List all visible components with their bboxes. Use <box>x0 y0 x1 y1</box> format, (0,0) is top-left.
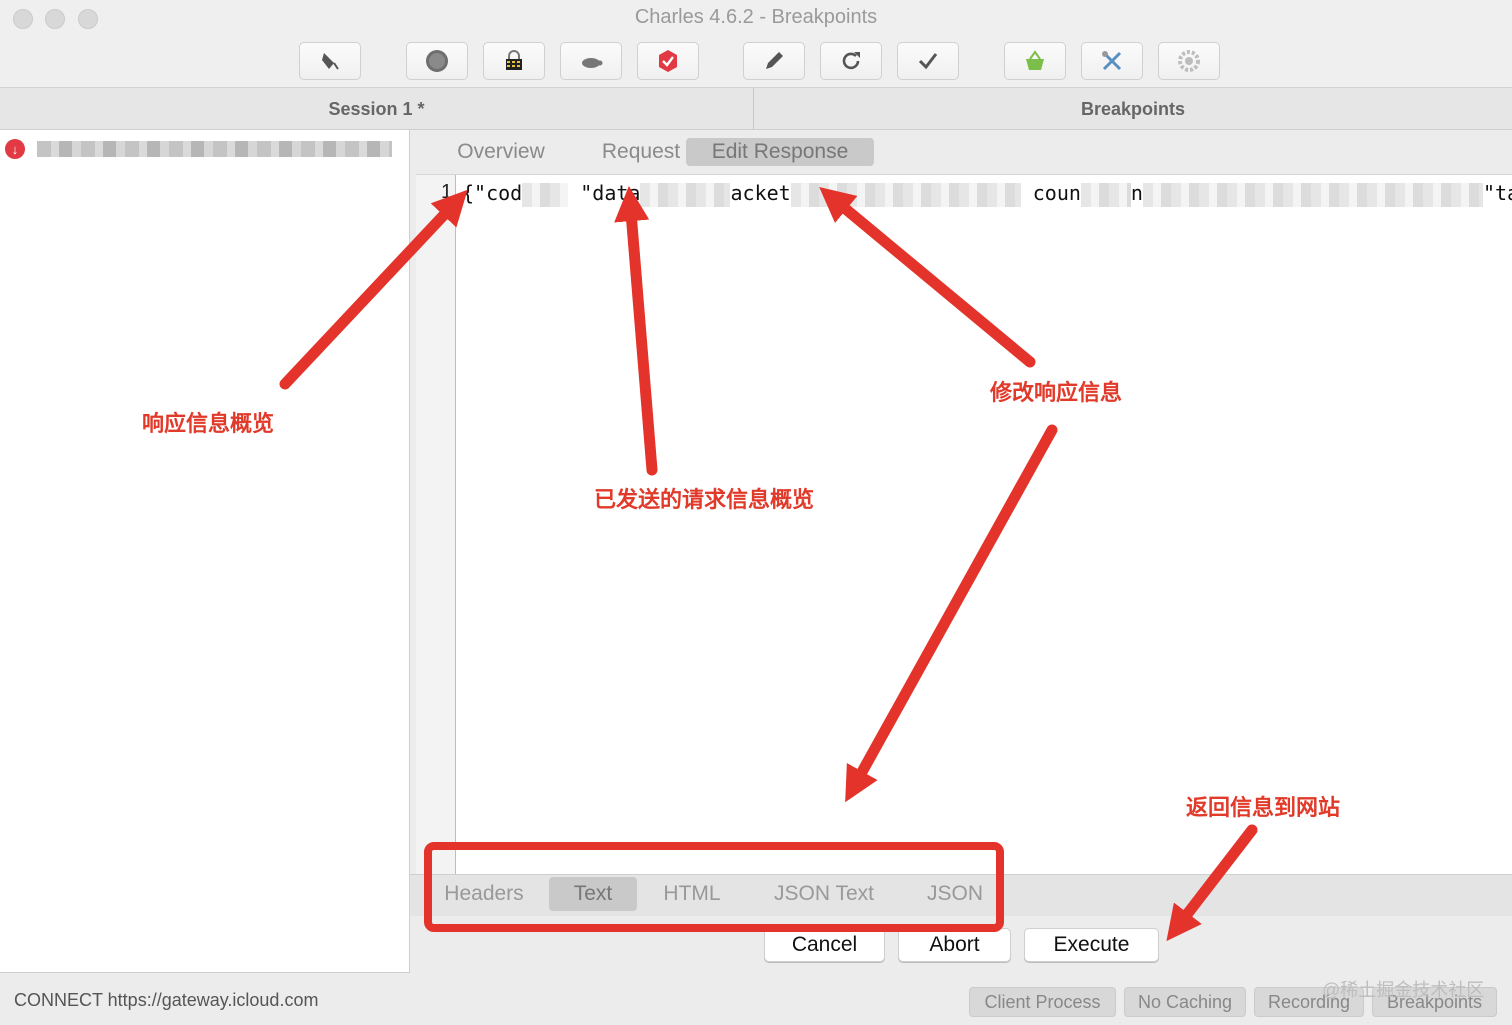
shopping-basket-button[interactable] <box>1004 42 1066 80</box>
repeat-icon <box>842 52 860 70</box>
blurred-code <box>522 182 569 207</box>
tools-icon <box>1102 51 1122 71</box>
annotation-return: 返回信息到网站 <box>1186 795 1341 820</box>
tab-edit-response[interactable]: Edit Response <box>686 138 874 166</box>
detail-tabs: Overview Request Edit Response <box>410 130 1512 174</box>
blurred-host-name <box>37 141 392 157</box>
blurred-code <box>640 182 731 207</box>
blurred-code <box>790 182 1021 207</box>
ssl-lock-icon <box>506 50 522 70</box>
breakpoints-button[interactable] <box>637 42 699 80</box>
status-bar: CONNECT https://gateway.icloud.com Clien… <box>0 973 1512 1025</box>
no-caching-pill[interactable]: No Caching <box>1124 987 1246 1017</box>
validate-button[interactable] <box>897 42 959 80</box>
throttle-button[interactable] <box>560 42 622 80</box>
response-editor[interactable]: 1 {"cod "data acket coun n "tas <box>416 174 1512 875</box>
repeat-button[interactable] <box>820 42 882 80</box>
settings-gear-icon <box>1178 50 1200 72</box>
status-text: CONNECT https://gateway.icloud.com <box>14 990 319 1010</box>
session-tree[interactable]: ↓ <box>0 130 410 973</box>
blurred-code <box>1142 182 1483 207</box>
abort-button[interactable]: Abort <box>898 928 1011 962</box>
annotation-edit-response: 修改响应信息 <box>990 380 1123 405</box>
compose-button[interactable] <box>743 42 805 80</box>
tree-row-host[interactable]: ↓ <box>0 136 410 162</box>
breakpoints-tab[interactable]: Breakpoints <box>754 88 1512 130</box>
record-icon <box>426 50 448 72</box>
cancel-button[interactable]: Cancel <box>764 928 885 962</box>
annotation-request: 已发送的请求信息概览 <box>594 487 815 512</box>
blurred-code <box>1080 182 1131 207</box>
throttle-turtle-icon <box>582 58 603 68</box>
session-tab[interactable]: Session 1 * <box>0 88 753 130</box>
annotation-overview: 响应信息概览 <box>142 411 275 436</box>
compose-pen-icon <box>766 52 783 69</box>
ssl-proxying-button[interactable] <box>483 42 545 80</box>
watermark: @稀土掘金技术社区 <box>1322 980 1485 1000</box>
session-header: Session 1 * Breakpoints <box>0 88 1512 130</box>
clear-session-button[interactable] <box>299 42 361 80</box>
code-snippet: "data <box>580 181 641 205</box>
tab-overview[interactable]: Overview <box>430 138 572 166</box>
basket-icon <box>1026 50 1044 70</box>
client-process-pill[interactable]: Client Process <box>969 987 1116 1017</box>
line-number: 1 <box>441 181 453 203</box>
breakpoints-hexagon-icon <box>659 50 677 72</box>
editor-gutter: 1 <box>416 175 456 875</box>
code-snippet: acket <box>730 181 791 205</box>
code-snippet: n <box>1130 181 1143 205</box>
validate-check-icon <box>918 53 938 70</box>
tools-button[interactable] <box>1081 42 1143 80</box>
view-tabs-highlight <box>424 842 1004 932</box>
settings-button[interactable] <box>1158 42 1220 80</box>
breakpoint-icon: ↓ <box>5 139 25 159</box>
title-bar: Charles 4.6.2 - Breakpoints <box>0 0 1512 88</box>
code-snippet: "tas <box>1482 181 1512 205</box>
code-snippet: coun <box>1032 181 1081 205</box>
code-snippet: {"cod <box>462 181 523 205</box>
window-title: Charles 4.6.2 - Breakpoints <box>634 6 878 28</box>
execute-button[interactable]: Execute <box>1024 928 1159 962</box>
code-line: {"cod "data acket coun n "tas <box>462 181 1512 207</box>
record-button[interactable] <box>406 42 468 80</box>
broom-icon <box>322 53 339 70</box>
